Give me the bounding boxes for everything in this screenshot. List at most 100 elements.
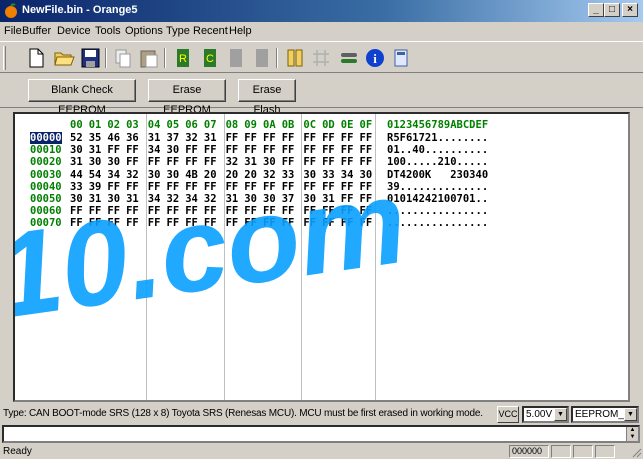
write-chip-icon[interactable]: C: [198, 46, 222, 70]
close-button[interactable]: ×: [622, 3, 638, 17]
hex-byte[interactable]: 36: [126, 132, 139, 144]
hex-byte[interactable]: 30: [107, 156, 120, 168]
hex-byte[interactable]: 32: [204, 193, 217, 205]
hex-byte[interactable]: 20: [244, 169, 257, 181]
ascii-text[interactable]: 100.....210.....: [387, 156, 488, 168]
hex-byte[interactable]: 54: [89, 169, 102, 181]
grid-icon[interactable]: [309, 46, 333, 70]
minimize-button[interactable]: _: [588, 3, 604, 17]
hex-byte[interactable]: FF: [322, 132, 335, 144]
row-address[interactable]: 00020: [30, 156, 62, 168]
ascii-text[interactable]: 01..40..........: [387, 144, 488, 156]
hex-byte[interactable]: 30: [360, 169, 373, 181]
calculator-icon[interactable]: [389, 46, 413, 70]
hex-byte[interactable]: FF: [360, 193, 373, 205]
hex-byte[interactable]: FF: [263, 144, 276, 156]
hex-byte[interactable]: FF: [204, 181, 217, 193]
settings-icon[interactable]: [337, 46, 361, 70]
hex-byte[interactable]: FF: [360, 217, 373, 229]
hex-byte[interactable]: 32: [126, 169, 139, 181]
hex-byte[interactable]: FF: [148, 181, 161, 193]
open-folder-icon[interactable]: [52, 46, 76, 70]
hex-byte[interactable]: FF: [360, 156, 373, 168]
row-address[interactable]: 00030: [30, 169, 62, 181]
hex-byte[interactable]: 30: [303, 193, 316, 205]
hex-byte[interactable]: 30: [167, 169, 180, 181]
device-select-icon[interactable]: [283, 46, 307, 70]
hex-byte[interactable]: 33: [70, 181, 83, 193]
hex-byte[interactable]: FF: [167, 156, 180, 168]
hex-byte[interactable]: FF: [204, 217, 217, 229]
hex-byte[interactable]: 34: [185, 193, 198, 205]
hex-byte[interactable]: 34: [107, 169, 120, 181]
erase-chip-icon[interactable]: [250, 46, 274, 70]
hex-byte[interactable]: 34: [148, 193, 161, 205]
blank-check-eeprom-button[interactable]: Blank Check EEPROM: [28, 79, 136, 116]
hex-byte[interactable]: 20: [204, 169, 217, 181]
hex-byte[interactable]: FF: [303, 205, 316, 217]
log-scrollbar[interactable]: ▲ ▼: [626, 427, 638, 441]
hex-byte[interactable]: 34: [341, 169, 354, 181]
hex-byte[interactable]: 34: [148, 144, 161, 156]
hex-byte[interactable]: FF: [341, 217, 354, 229]
hex-byte[interactable]: FF: [167, 181, 180, 193]
ascii-text[interactable]: ................: [387, 205, 488, 217]
hex-byte[interactable]: FF: [226, 132, 239, 144]
hex-byte[interactable]: FF: [282, 156, 295, 168]
hex-byte[interactable]: 31: [126, 193, 139, 205]
hex-byte[interactable]: 31: [204, 132, 217, 144]
hex-byte[interactable]: FF: [204, 144, 217, 156]
chevron-down-icon[interactable]: ▼: [624, 408, 637, 421]
hex-byte[interactable]: FF: [89, 205, 102, 217]
hex-byte[interactable]: FF: [322, 181, 335, 193]
hex-byte[interactable]: FF: [303, 132, 316, 144]
hex-byte[interactable]: 30: [263, 156, 276, 168]
hex-byte[interactable]: FF: [226, 144, 239, 156]
hex-byte[interactable]: 33: [282, 169, 295, 181]
hex-byte[interactable]: 30: [167, 144, 180, 156]
hex-byte[interactable]: FF: [244, 205, 257, 217]
hex-byte[interactable]: 30: [70, 193, 83, 205]
hex-byte[interactable]: 32: [226, 156, 239, 168]
hex-byte[interactable]: 44: [70, 169, 83, 181]
hex-byte[interactable]: FF: [360, 144, 373, 156]
hex-byte[interactable]: 30: [263, 193, 276, 205]
hex-byte[interactable]: FF: [303, 217, 316, 229]
hex-byte[interactable]: FF: [341, 156, 354, 168]
menu-file[interactable]: File: [4, 25, 22, 37]
row-address[interactable]: 00000: [30, 132, 62, 144]
hex-byte[interactable]: 30: [70, 144, 83, 156]
hex-byte[interactable]: FF: [322, 217, 335, 229]
hex-byte[interactable]: FF: [360, 132, 373, 144]
hex-byte[interactable]: FF: [303, 181, 316, 193]
hex-byte[interactable]: 52: [70, 132, 83, 144]
hex-byte[interactable]: 31: [244, 156, 257, 168]
erase-flash-button[interactable]: Erase Flash: [238, 79, 296, 116]
hex-byte[interactable]: 39: [89, 181, 102, 193]
ascii-text[interactable]: DT4200K 230340: [387, 169, 488, 181]
scroll-up-icon[interactable]: ▲: [627, 427, 638, 434]
hex-byte[interactable]: FF: [244, 144, 257, 156]
hex-byte[interactable]: FF: [303, 144, 316, 156]
hex-byte[interactable]: 31: [70, 156, 83, 168]
hex-byte[interactable]: FF: [204, 156, 217, 168]
hex-byte[interactable]: 32: [167, 193, 180, 205]
hex-byte[interactable]: FF: [185, 217, 198, 229]
hex-byte[interactable]: FF: [226, 205, 239, 217]
hex-byte[interactable]: FF: [282, 132, 295, 144]
hex-byte[interactable]: 20: [226, 169, 239, 181]
hex-byte[interactable]: FF: [148, 217, 161, 229]
hex-byte[interactable]: FF: [341, 132, 354, 144]
hex-byte[interactable]: FF: [107, 144, 120, 156]
hex-byte[interactable]: FF: [341, 144, 354, 156]
hex-byte[interactable]: FF: [322, 144, 335, 156]
hex-byte[interactable]: 32: [185, 132, 198, 144]
hex-byte[interactable]: FF: [185, 144, 198, 156]
verify-chip-icon[interactable]: [224, 46, 248, 70]
hex-byte[interactable]: 32: [263, 169, 276, 181]
hex-byte[interactable]: FF: [167, 205, 180, 217]
hex-byte[interactable]: FF: [185, 156, 198, 168]
hex-byte[interactable]: FF: [263, 205, 276, 217]
ascii-text[interactable]: 39..............: [387, 181, 488, 193]
row-address[interactable]: 00070: [30, 217, 62, 229]
